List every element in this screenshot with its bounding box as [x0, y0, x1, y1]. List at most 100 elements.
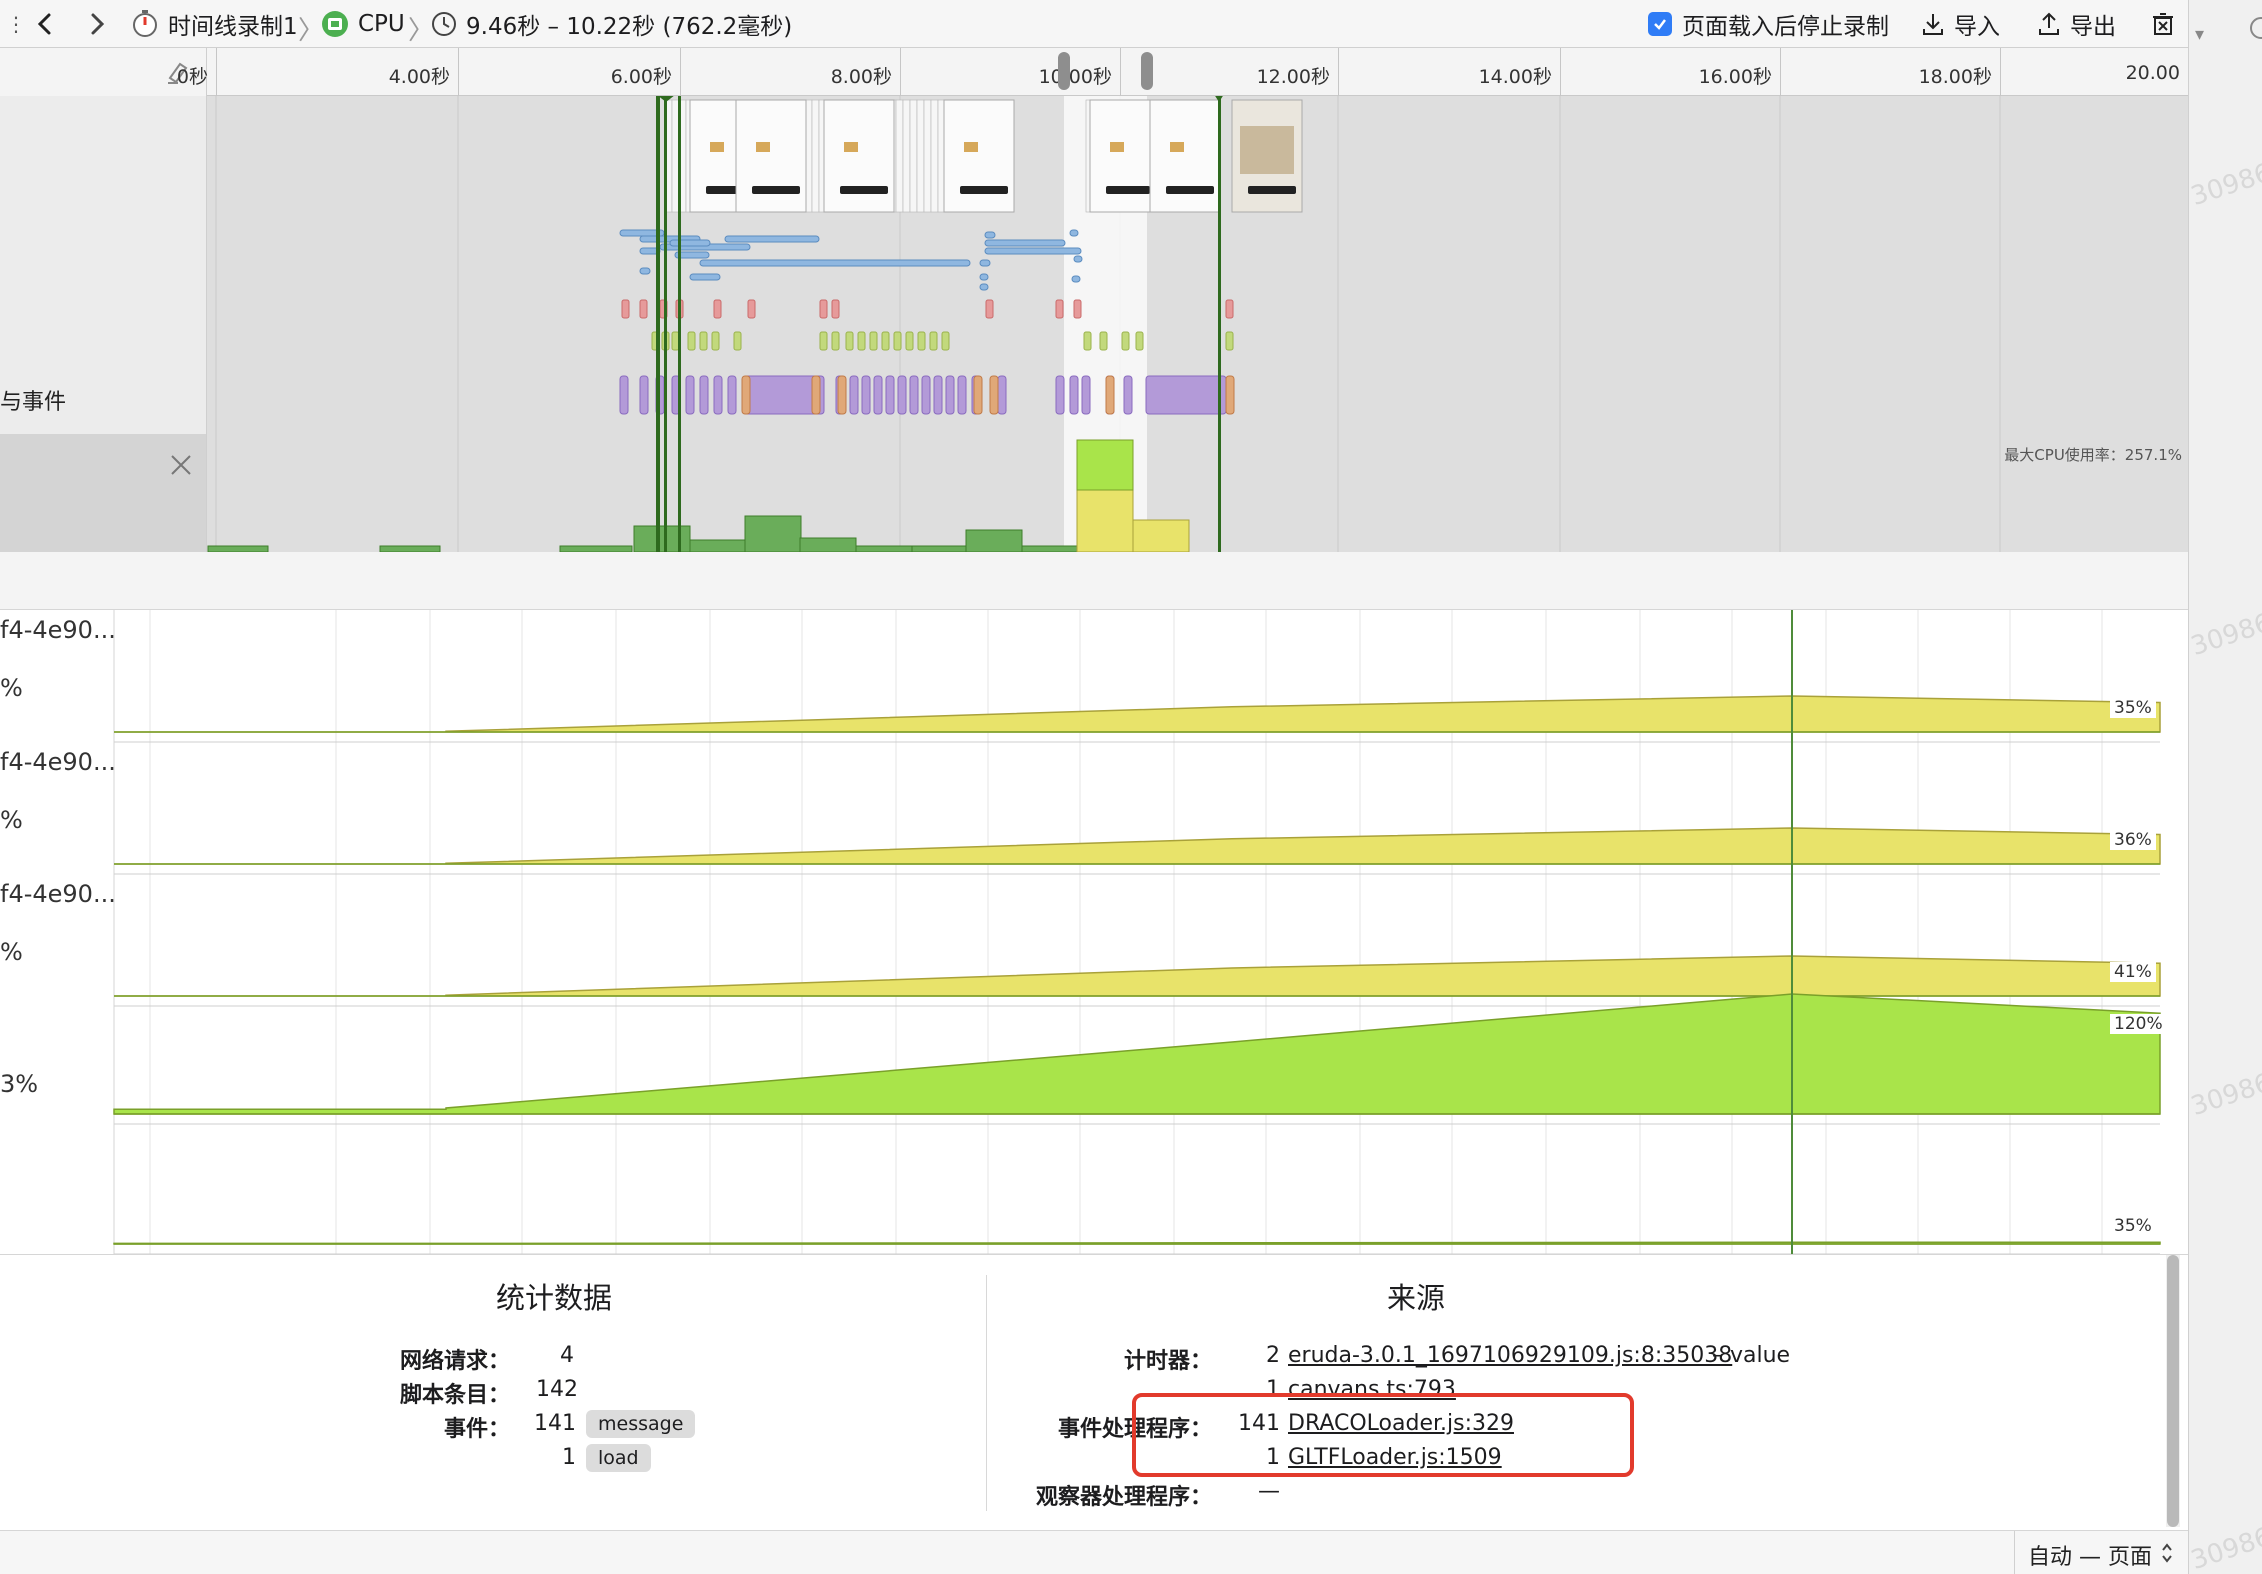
paint-mark — [711, 331, 720, 351]
time-marker-line — [664, 96, 667, 552]
trash-icon — [2153, 13, 2173, 35]
cpu-usage-area — [114, 955, 2161, 997]
cpu-lanes-chart — [113, 610, 2161, 1254]
cpu-usage-area — [114, 827, 2161, 865]
event-badge-load[interactable]: load — [586, 1444, 651, 1472]
layout-mark — [985, 299, 994, 319]
timer-source-suffix: – value — [1712, 1343, 1791, 1368]
script-event-mark — [945, 375, 955, 415]
paint-mark — [869, 331, 878, 351]
lane-label: f4-4e90... — [0, 748, 116, 776]
thumb-bg — [735, 99, 807, 213]
lane-value-label: 35% — [2110, 1216, 2156, 1236]
paint-mark — [671, 331, 680, 351]
cpu-breadcrumb[interactable]: CPU — [320, 0, 405, 48]
script-event-mark — [933, 375, 943, 415]
ruler-tick — [1560, 48, 1561, 96]
paint-mark — [905, 331, 914, 351]
cpu-usage-bar — [689, 539, 747, 552]
ruler-tick-label: 20.00 — [2125, 62, 2180, 84]
thumb-button — [1106, 186, 1150, 194]
script-event-mark — [885, 375, 895, 415]
script-event-mark — [1055, 375, 1065, 415]
scrollbar-thumb[interactable] — [2167, 1255, 2179, 1527]
paint-mark — [941, 331, 950, 351]
layout-mark — [1055, 299, 1064, 319]
cpu-usage-area — [114, 695, 2161, 733]
timers-label: 计时器： — [1123, 1349, 1212, 1374]
screenshot-thumbnail — [823, 99, 895, 213]
lane-label: f4-4e90... — [0, 616, 116, 644]
chevron-right-icon — [91, 13, 105, 35]
import-button[interactable]: 导入 — [1920, 0, 2000, 48]
recording-breadcrumb[interactable]: 时间线录制1 — [130, 0, 298, 48]
thumb-image — [844, 142, 858, 152]
paint-mark — [893, 331, 902, 351]
timeline-toolbar: ⋮ 时间线录制1 〉 CPU 〉 9.46秒 – 10.22秒 (762.2毫秒… — [0, 0, 2188, 48]
paint-mark — [733, 331, 742, 351]
thumb-button — [840, 186, 888, 194]
sidebar-toggle-icon[interactable]: ⋮ — [6, 0, 26, 48]
screenshot-thumbnail — [1089, 99, 1157, 213]
script-event-mark — [873, 375, 883, 415]
ruler-tick-label: 16.00秒 — [1698, 66, 1772, 88]
ruler-tick-label: 18.00秒 — [1918, 66, 1992, 88]
time-ruler[interactable]: 0秒 4.00秒 6.00秒 8.00秒 10.00秒 12.00秒 14.00秒 16.00… — [0, 48, 2189, 96]
style-event-mark — [989, 375, 999, 415]
lane-label: f4-4e90... — [0, 880, 116, 908]
events-label: 事件： — [443, 1417, 510, 1442]
timer-source-link[interactable]: eruda-3.0.1_1697106929109.js:8:35038 — [1288, 1343, 1732, 1368]
cpu-usage-bar — [744, 515, 802, 552]
cpu-usage-area — [113, 993, 2161, 1115]
lane-value-label: 41% — [2110, 962, 2156, 982]
adjacent-window-edge: ▾ — [2188, 0, 2262, 1574]
lane-percent-label: % — [0, 806, 23, 834]
network-request-bar — [669, 239, 711, 247]
lane-value-label: 35% — [2110, 698, 2156, 718]
ruler-tick-label: 6.00秒 — [610, 66, 672, 88]
status-bar: 自动 — 页面 — [0, 1530, 2188, 1574]
script-event-mark — [849, 375, 859, 415]
screenshot-frame — [811, 99, 820, 213]
network-request-bar — [1071, 275, 1081, 283]
event-badge-message[interactable]: message — [586, 1410, 696, 1438]
range-breadcrumb[interactable]: 9.46秒 – 10.22秒 (762.2毫秒) — [430, 0, 792, 48]
scrollbar-track[interactable] — [2166, 1255, 2180, 1527]
thumb-image — [756, 142, 770, 152]
script-event-mark — [957, 375, 967, 415]
chevron-updown-icon[interactable] — [2160, 1541, 2174, 1565]
screenshot-frame — [923, 99, 932, 213]
ruler-tick-label: 14.00秒 — [1478, 66, 1552, 88]
back-button[interactable] — [32, 0, 58, 48]
thumb-image — [1110, 142, 1124, 152]
forward-button[interactable] — [84, 0, 110, 48]
script-event-mark — [909, 375, 919, 415]
screenshot-frame — [671, 99, 680, 213]
script-event-mark — [727, 375, 737, 415]
network-requests-value: 4 — [560, 1343, 574, 1368]
timeline-tracks: 与事件 最大CPU使用率：257.1% — [0, 96, 2188, 552]
screenshot-thumbnail — [1149, 99, 1221, 213]
selection-end-handle[interactable] — [1141, 52, 1153, 90]
clock-icon — [432, 12, 456, 36]
screenshot-thumbnail — [735, 99, 807, 213]
network-request-bar — [979, 283, 989, 291]
screenshot-frame — [930, 99, 939, 213]
script-event-mark — [997, 375, 1007, 415]
export-button[interactable]: 导出 — [2036, 0, 2116, 48]
ruler-tick-label: 4.00秒 — [388, 66, 450, 88]
clear-button[interactable] — [2150, 0, 2176, 48]
cpu-usage-detail: f4-4e90...% 35% f4-4e90...% 36% f4-4e90...% 4… — [0, 610, 2188, 1254]
paint-mark — [917, 331, 926, 351]
script-event-mark — [713, 375, 723, 415]
selection-start-handle[interactable] — [1058, 52, 1070, 90]
upload-icon — [2039, 12, 2059, 35]
time-marker-line — [656, 96, 660, 552]
zoom-mode-select[interactable]: 自动 — 页面 — [2028, 1539, 2152, 1571]
timeline-marks — [207, 96, 2001, 552]
network-request-bar — [639, 267, 651, 275]
paint-mark — [819, 331, 828, 351]
thumb-photo — [1240, 126, 1294, 174]
panel-divider — [0, 552, 2188, 610]
stop-after-load-checkbox[interactable]: 页面载入后停止录制 — [1648, 0, 1889, 48]
